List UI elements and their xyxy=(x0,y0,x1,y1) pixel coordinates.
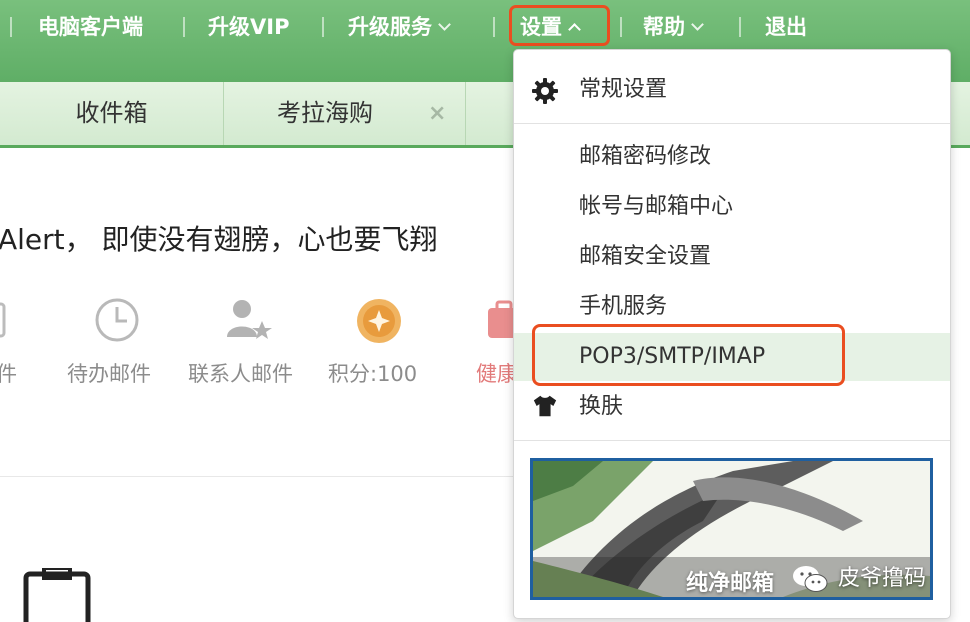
nav-upgrade-services-menu[interactable]: 升级服务 xyxy=(348,10,451,44)
clock-icon xyxy=(95,298,139,342)
gear-icon xyxy=(532,78,558,104)
content-divider xyxy=(0,476,515,477)
skin-banner-caption: 纯净邮箱 xyxy=(686,571,775,596)
nav-help-label: 帮助 xyxy=(643,15,685,39)
nav-logout-link[interactable]: 退出 xyxy=(765,10,807,44)
menu-item-change-skin[interactable]: 换肤 xyxy=(514,383,950,431)
quick-link-mail[interactable]: 件 xyxy=(0,358,17,388)
quick-link-todo[interactable]: 待办邮件 xyxy=(67,358,151,388)
tab-close-icon[interactable]: × xyxy=(428,82,446,145)
tshirt-icon xyxy=(533,395,557,417)
tab-kaola-label: 考拉海购 xyxy=(277,99,373,127)
nav-help-menu[interactable]: 帮助 xyxy=(643,10,704,44)
points-coin-icon xyxy=(357,299,401,343)
menu-item-general-settings-label: 常规设置 xyxy=(579,77,668,102)
nav-separator xyxy=(10,17,12,37)
nav-separator xyxy=(493,17,495,37)
nav-separator xyxy=(322,17,324,37)
tab-inbox-label: 收件箱 xyxy=(75,99,148,127)
menu-item-general-settings[interactable]: 常规设置 xyxy=(514,66,950,114)
menu-separator xyxy=(514,123,950,124)
quick-link-health[interactable]: 健康 xyxy=(476,358,518,388)
pop3-highlight-box xyxy=(532,324,845,386)
chevron-down-icon xyxy=(691,18,704,31)
tab-inbox[interactable]: 收件箱 xyxy=(0,82,224,145)
wechat-icon xyxy=(793,566,828,592)
menu-item-security-settings[interactable]: 邮箱安全设置 xyxy=(514,233,950,281)
health-kit-icon xyxy=(488,300,516,338)
nav-separator xyxy=(620,17,622,37)
watermark-text: 皮爷撸码 xyxy=(838,566,927,591)
nav-separator xyxy=(739,17,741,37)
contact-star-icon xyxy=(227,300,272,339)
welcome-slogan: Alert， 即使没有翅膀，心也要飞翔 xyxy=(0,223,438,256)
settings-highlight-box xyxy=(509,5,610,46)
menu-item-change-skin-label: 换肤 xyxy=(579,394,624,419)
luggage-icon xyxy=(23,568,91,622)
quick-link-contacts[interactable]: 联系人邮件 xyxy=(188,358,293,388)
mail-icon xyxy=(0,302,6,338)
nav-separator xyxy=(183,17,185,37)
menu-item-account-center[interactable]: 帐号与邮箱中心 xyxy=(514,183,950,231)
menu-item-password-change[interactable]: 邮箱密码修改 xyxy=(514,133,950,181)
nav-desktop-client-link[interactable]: 电脑客户端 xyxy=(38,10,143,44)
chevron-down-icon xyxy=(438,18,451,31)
menu-separator xyxy=(514,440,950,441)
quick-link-points[interactable]: 积分:100 xyxy=(328,358,417,388)
nav-upgrade-services-label: 升级服务 xyxy=(348,15,432,39)
nav-upgrade-vip-link[interactable]: 升级VIP xyxy=(208,10,289,44)
